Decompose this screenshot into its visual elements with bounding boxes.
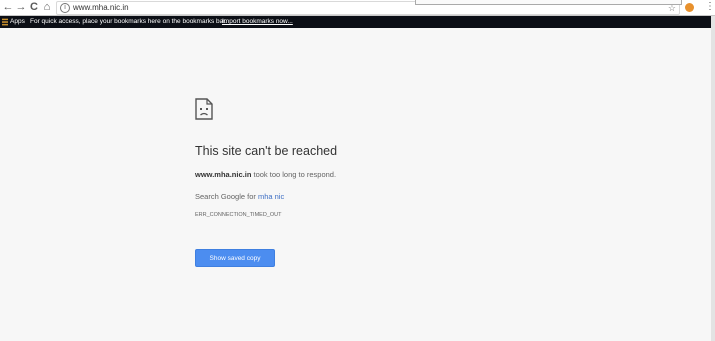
apps-icon[interactable] bbox=[2, 18, 8, 26]
error-code: ERR_CONNECTION_TIMED_OUT bbox=[195, 212, 282, 218]
bookmarks-bar: Apps For quick access, place your bookma… bbox=[0, 16, 715, 28]
error-title: This site can't be reached bbox=[195, 144, 338, 158]
sad-page-icon bbox=[195, 98, 213, 120]
error-host: www.mha.nic.in bbox=[195, 170, 252, 179]
info-icon[interactable]: i bbox=[60, 3, 70, 13]
home-icon[interactable]: ⌂ bbox=[41, 0, 53, 14]
search-prefix: Search Google for bbox=[195, 192, 258, 201]
url-text[interactable]: www.mha.nic.in bbox=[73, 2, 129, 14]
reload-icon[interactable]: C bbox=[28, 0, 40, 14]
dropdown-edge bbox=[415, 0, 682, 5]
error-description: www.mha.nic.in took too long to respond. bbox=[195, 170, 336, 179]
back-icon[interactable]: ← bbox=[2, 0, 14, 14]
error-message: took too long to respond. bbox=[251, 170, 337, 179]
bookmarks-prompt: For quick access, place your bookmarks h… bbox=[30, 18, 227, 25]
import-bookmarks-link[interactable]: Import bookmarks now... bbox=[222, 16, 293, 28]
show-saved-copy-button[interactable]: Show saved copy bbox=[195, 249, 275, 267]
menu-icon[interactable]: ⋮ bbox=[705, 0, 715, 14]
scrollbar[interactable] bbox=[711, 16, 715, 341]
extension-icon[interactable] bbox=[685, 3, 694, 12]
search-google-link[interactable]: mha nic bbox=[258, 192, 284, 201]
browser-toolbar: ← → C ⌂ i www.mha.nic.in ☆ ⋮ bbox=[0, 0, 715, 16]
apps-button[interactable]: Apps bbox=[10, 16, 25, 28]
search-suggestion: Search Google for mha nic bbox=[195, 192, 284, 201]
forward-icon[interactable]: → bbox=[15, 0, 27, 14]
